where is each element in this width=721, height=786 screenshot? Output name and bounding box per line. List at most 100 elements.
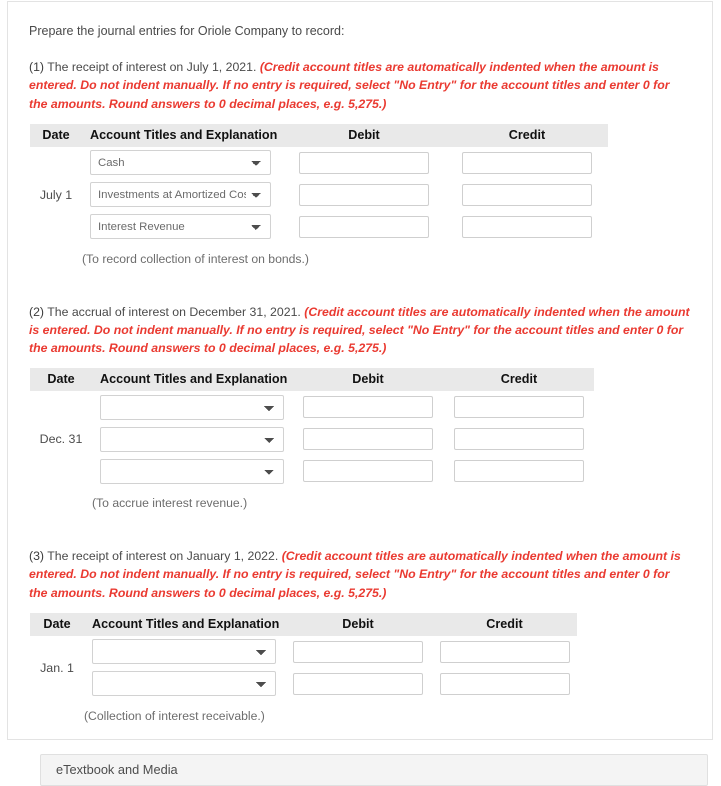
debit-input-3-1[interactable] xyxy=(293,640,423,663)
account-cell xyxy=(92,423,292,455)
question-card: Prepare the journal entries for Oriole C… xyxy=(7,1,713,786)
account-cell xyxy=(92,455,292,487)
credit-input-2-1[interactable] xyxy=(454,396,584,419)
debit-input-2-3[interactable] xyxy=(303,460,433,483)
entry-2-memo: (To accrue interest revenue.) xyxy=(92,496,248,511)
debit-cell xyxy=(292,455,444,487)
entry-3-description: The receipt of interest on January 1, 20… xyxy=(44,549,282,564)
column-header-credit: Credit xyxy=(432,612,577,636)
column-header-credit: Credit xyxy=(446,123,608,147)
credit-cell xyxy=(446,179,608,211)
column-header-account: Account Titles and Explanation xyxy=(84,612,284,636)
debit-cell xyxy=(282,147,446,179)
account-select-2-2[interactable] xyxy=(100,426,284,452)
memo-spacer xyxy=(30,487,92,519)
credit-cell xyxy=(444,423,594,455)
account-select-1-3[interactable]: Interest Revenue xyxy=(90,214,271,240)
table-row: Interest Revenue xyxy=(30,211,608,243)
debit-cell xyxy=(292,391,444,423)
table-header-row: Date Account Titles and Explanation Debi… xyxy=(30,123,608,147)
entry-1-memo: (To record collection of interest on bon… xyxy=(82,251,309,266)
memo-spacer xyxy=(30,243,82,275)
debit-cell xyxy=(292,423,444,455)
credit-input-2-3[interactable] xyxy=(454,460,584,483)
column-header-date: Date xyxy=(30,368,92,392)
entry-1-number: (1) xyxy=(29,60,45,75)
entry-2-instruction: (2) The accrual of interest on December … xyxy=(29,303,690,358)
memo-row: (To accrue interest revenue.) xyxy=(30,487,594,519)
table-row: Dec. 31 xyxy=(30,391,594,446)
credit-cell xyxy=(432,636,577,668)
debit-input-2-2[interactable] xyxy=(303,428,433,451)
card-content: Prepare the journal entries for Oriole C… xyxy=(8,2,712,786)
memo-spacer xyxy=(30,700,84,732)
account-cell xyxy=(92,391,292,423)
debit-input-1-1[interactable] xyxy=(299,151,429,174)
entry-3-memo: (Collection of interest receivable.) xyxy=(84,708,265,723)
account-cell: Investments at Amortized Cost xyxy=(82,179,282,211)
table-row xyxy=(30,668,577,700)
credit-cell xyxy=(446,211,608,243)
account-select-2-3[interactable] xyxy=(100,458,284,484)
debit-input-3-2[interactable] xyxy=(293,672,423,695)
entry-2-description: The accrual of interest on December 31, … xyxy=(44,304,305,319)
account-select-3-2[interactable] xyxy=(92,671,276,697)
etextbook-label: eTextbook and Media xyxy=(56,762,178,778)
memo-row: (To record collection of interest on bon… xyxy=(30,243,608,275)
debit-input-1-3[interactable] xyxy=(299,215,429,238)
account-cell xyxy=(84,636,284,668)
credit-input-3-2[interactable] xyxy=(439,672,570,695)
debit-input-1-2[interactable] xyxy=(299,183,429,206)
table-row: Investments at Amortized Cost xyxy=(30,179,608,211)
table-header-row: Date Account Titles and Explanation Debi… xyxy=(30,368,594,392)
etextbook-and-media-bar[interactable]: eTextbook and Media xyxy=(40,753,708,786)
debit-cell xyxy=(284,668,432,700)
table-row: July 1 Cash xyxy=(30,147,608,202)
debit-cell xyxy=(282,179,446,211)
credit-cell xyxy=(444,455,594,487)
credit-input-1-1[interactable] xyxy=(462,151,592,174)
account-select-1-2[interactable]: Investments at Amortized Cost xyxy=(90,182,271,208)
credit-input-2-2[interactable] xyxy=(454,428,584,451)
column-header-account: Account Titles and Explanation xyxy=(92,368,292,392)
table-row: Jan. 1 xyxy=(30,636,577,675)
entry-1-description: The receipt of interest on July 1, 2021. xyxy=(44,60,260,75)
memo-row: (Collection of interest receivable.) xyxy=(30,700,577,732)
account-cell: Interest Revenue xyxy=(82,211,282,243)
column-header-account: Account Titles and Explanation xyxy=(82,123,282,147)
credit-cell xyxy=(432,668,577,700)
entry-3-instruction: (3) The receipt of interest on January 1… xyxy=(29,547,690,602)
account-select-1-1[interactable]: Cash xyxy=(90,150,271,176)
column-header-date: Date xyxy=(30,123,82,147)
column-header-date: Date xyxy=(30,612,84,636)
table-row xyxy=(30,455,594,487)
entry-3-number: (3) xyxy=(29,549,45,564)
entry-2-number: (2) xyxy=(29,304,45,319)
credit-cell xyxy=(446,147,608,179)
table-header-row: Date Account Titles and Explanation Debi… xyxy=(30,612,577,636)
entry-3-date: Jan. 1 xyxy=(40,660,74,675)
credit-input-3-1[interactable] xyxy=(439,640,570,663)
column-header-debit: Debit xyxy=(292,368,444,392)
prompt-text: Prepare the journal entries for Oriole C… xyxy=(29,24,345,38)
credit-input-1-2[interactable] xyxy=(462,183,592,206)
entry-1-instruction: (1) The receipt of interest on July 1, 2… xyxy=(29,58,690,113)
column-header-debit: Debit xyxy=(284,612,432,636)
entry-2-date: Dec. 31 xyxy=(39,432,83,447)
table-row xyxy=(30,423,594,455)
credit-input-1-3[interactable] xyxy=(462,215,592,238)
credit-cell xyxy=(444,391,594,423)
account-select-3-1[interactable] xyxy=(92,639,276,665)
account-cell xyxy=(84,668,284,700)
debit-input-2-1[interactable] xyxy=(303,396,433,419)
journal-table-3: Date Account Titles and Explanation Debi… xyxy=(30,612,577,732)
debit-cell xyxy=(284,636,432,668)
account-select-2-1[interactable] xyxy=(100,394,284,420)
entry-1-date: July 1 xyxy=(39,187,73,202)
column-header-credit: Credit xyxy=(444,368,594,392)
debit-cell xyxy=(282,211,446,243)
column-header-debit: Debit xyxy=(282,123,446,147)
